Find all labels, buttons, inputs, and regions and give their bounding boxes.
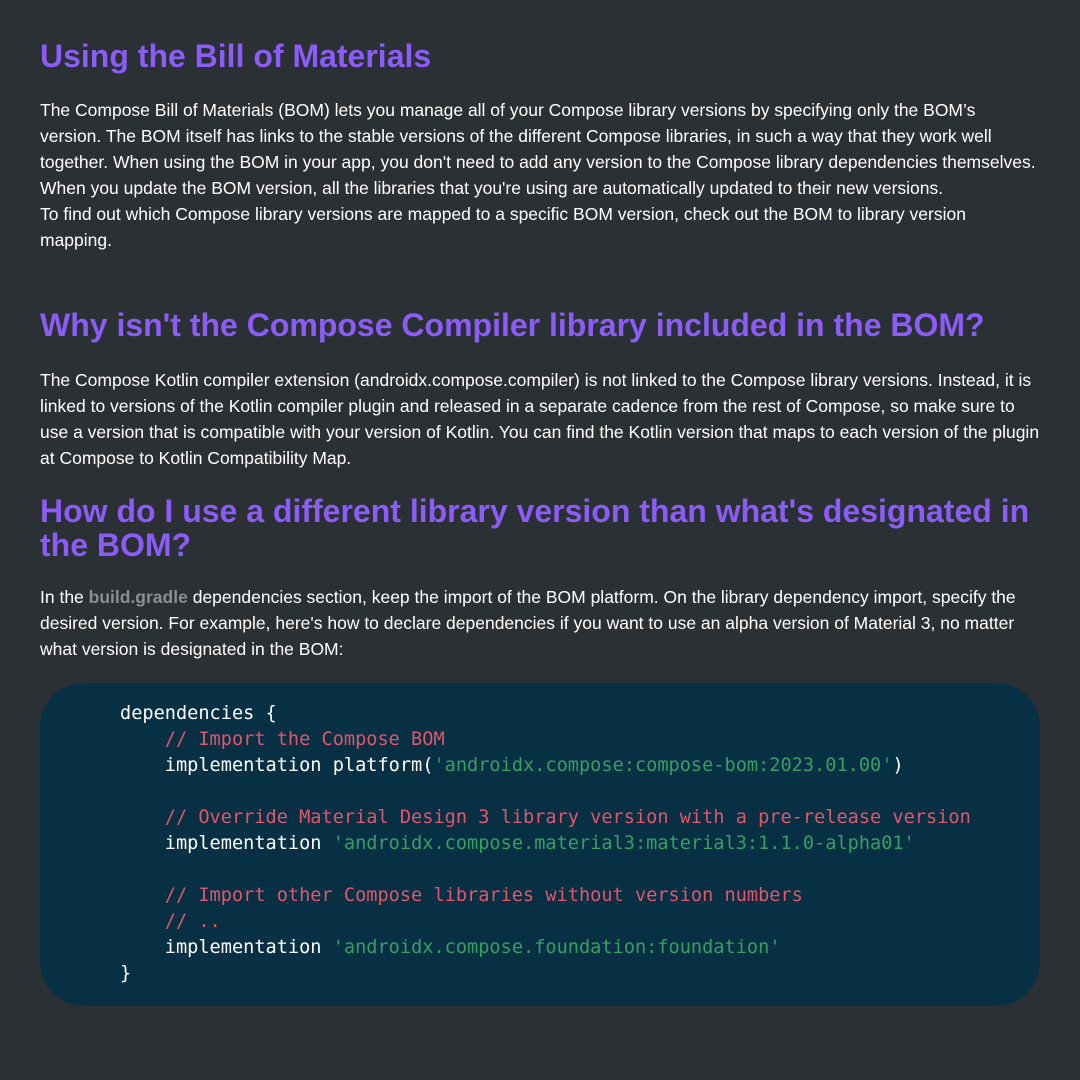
heading-compiler-not-in-bom: Why isn't the Compose Compiler library i… [40,307,985,343]
code-implementation-material3: implementation [164,833,333,854]
code-string-foundation: 'androidx.compose.foundation:foundation' [332,937,781,958]
code-close-paren: ) [892,755,904,776]
code-block: dependencies { // Import the Compose BOM… [40,683,1040,1006]
code-listing: dependencies { // Import the Compose BOM… [120,701,971,987]
code-string-bom: 'androidx.compose:compose-bom:2023.01.00… [433,755,893,776]
code-comment-ellipsis: // .. [164,911,221,932]
inline-code-build-gradle: build.gradle [88,587,188,607]
heading-different-version: How do I use a different library version… [40,493,1030,563]
paragraph-different-version: In the build.gradle dependencies section… [40,584,1040,662]
code-string-material3: 'androidx.compose.material3:material3:1.… [332,833,915,854]
code-implementation-platform: implementation platform( [164,755,434,776]
code-implementation-foundation: implementation [164,937,333,958]
heading-using-bom: Using the Bill of Materials [40,38,432,74]
code-comment-override-material3: // Override Material Design 3 library ve… [164,807,971,828]
code-comment-import-bom: // Import the Compose BOM [164,729,445,750]
code-comment-import-other: // Import other Compose libraries withou… [164,885,803,906]
code-closing-brace: } [120,963,132,984]
paragraph-text-before: In the [40,587,89,607]
paragraph-compiler: The Compose Kotlin compiler extension (a… [40,370,1040,468]
paragraph-using-bom: The Compose Bill of Materials (BOM) lets… [40,100,1036,250]
code-line-dependencies: dependencies { [120,703,277,724]
